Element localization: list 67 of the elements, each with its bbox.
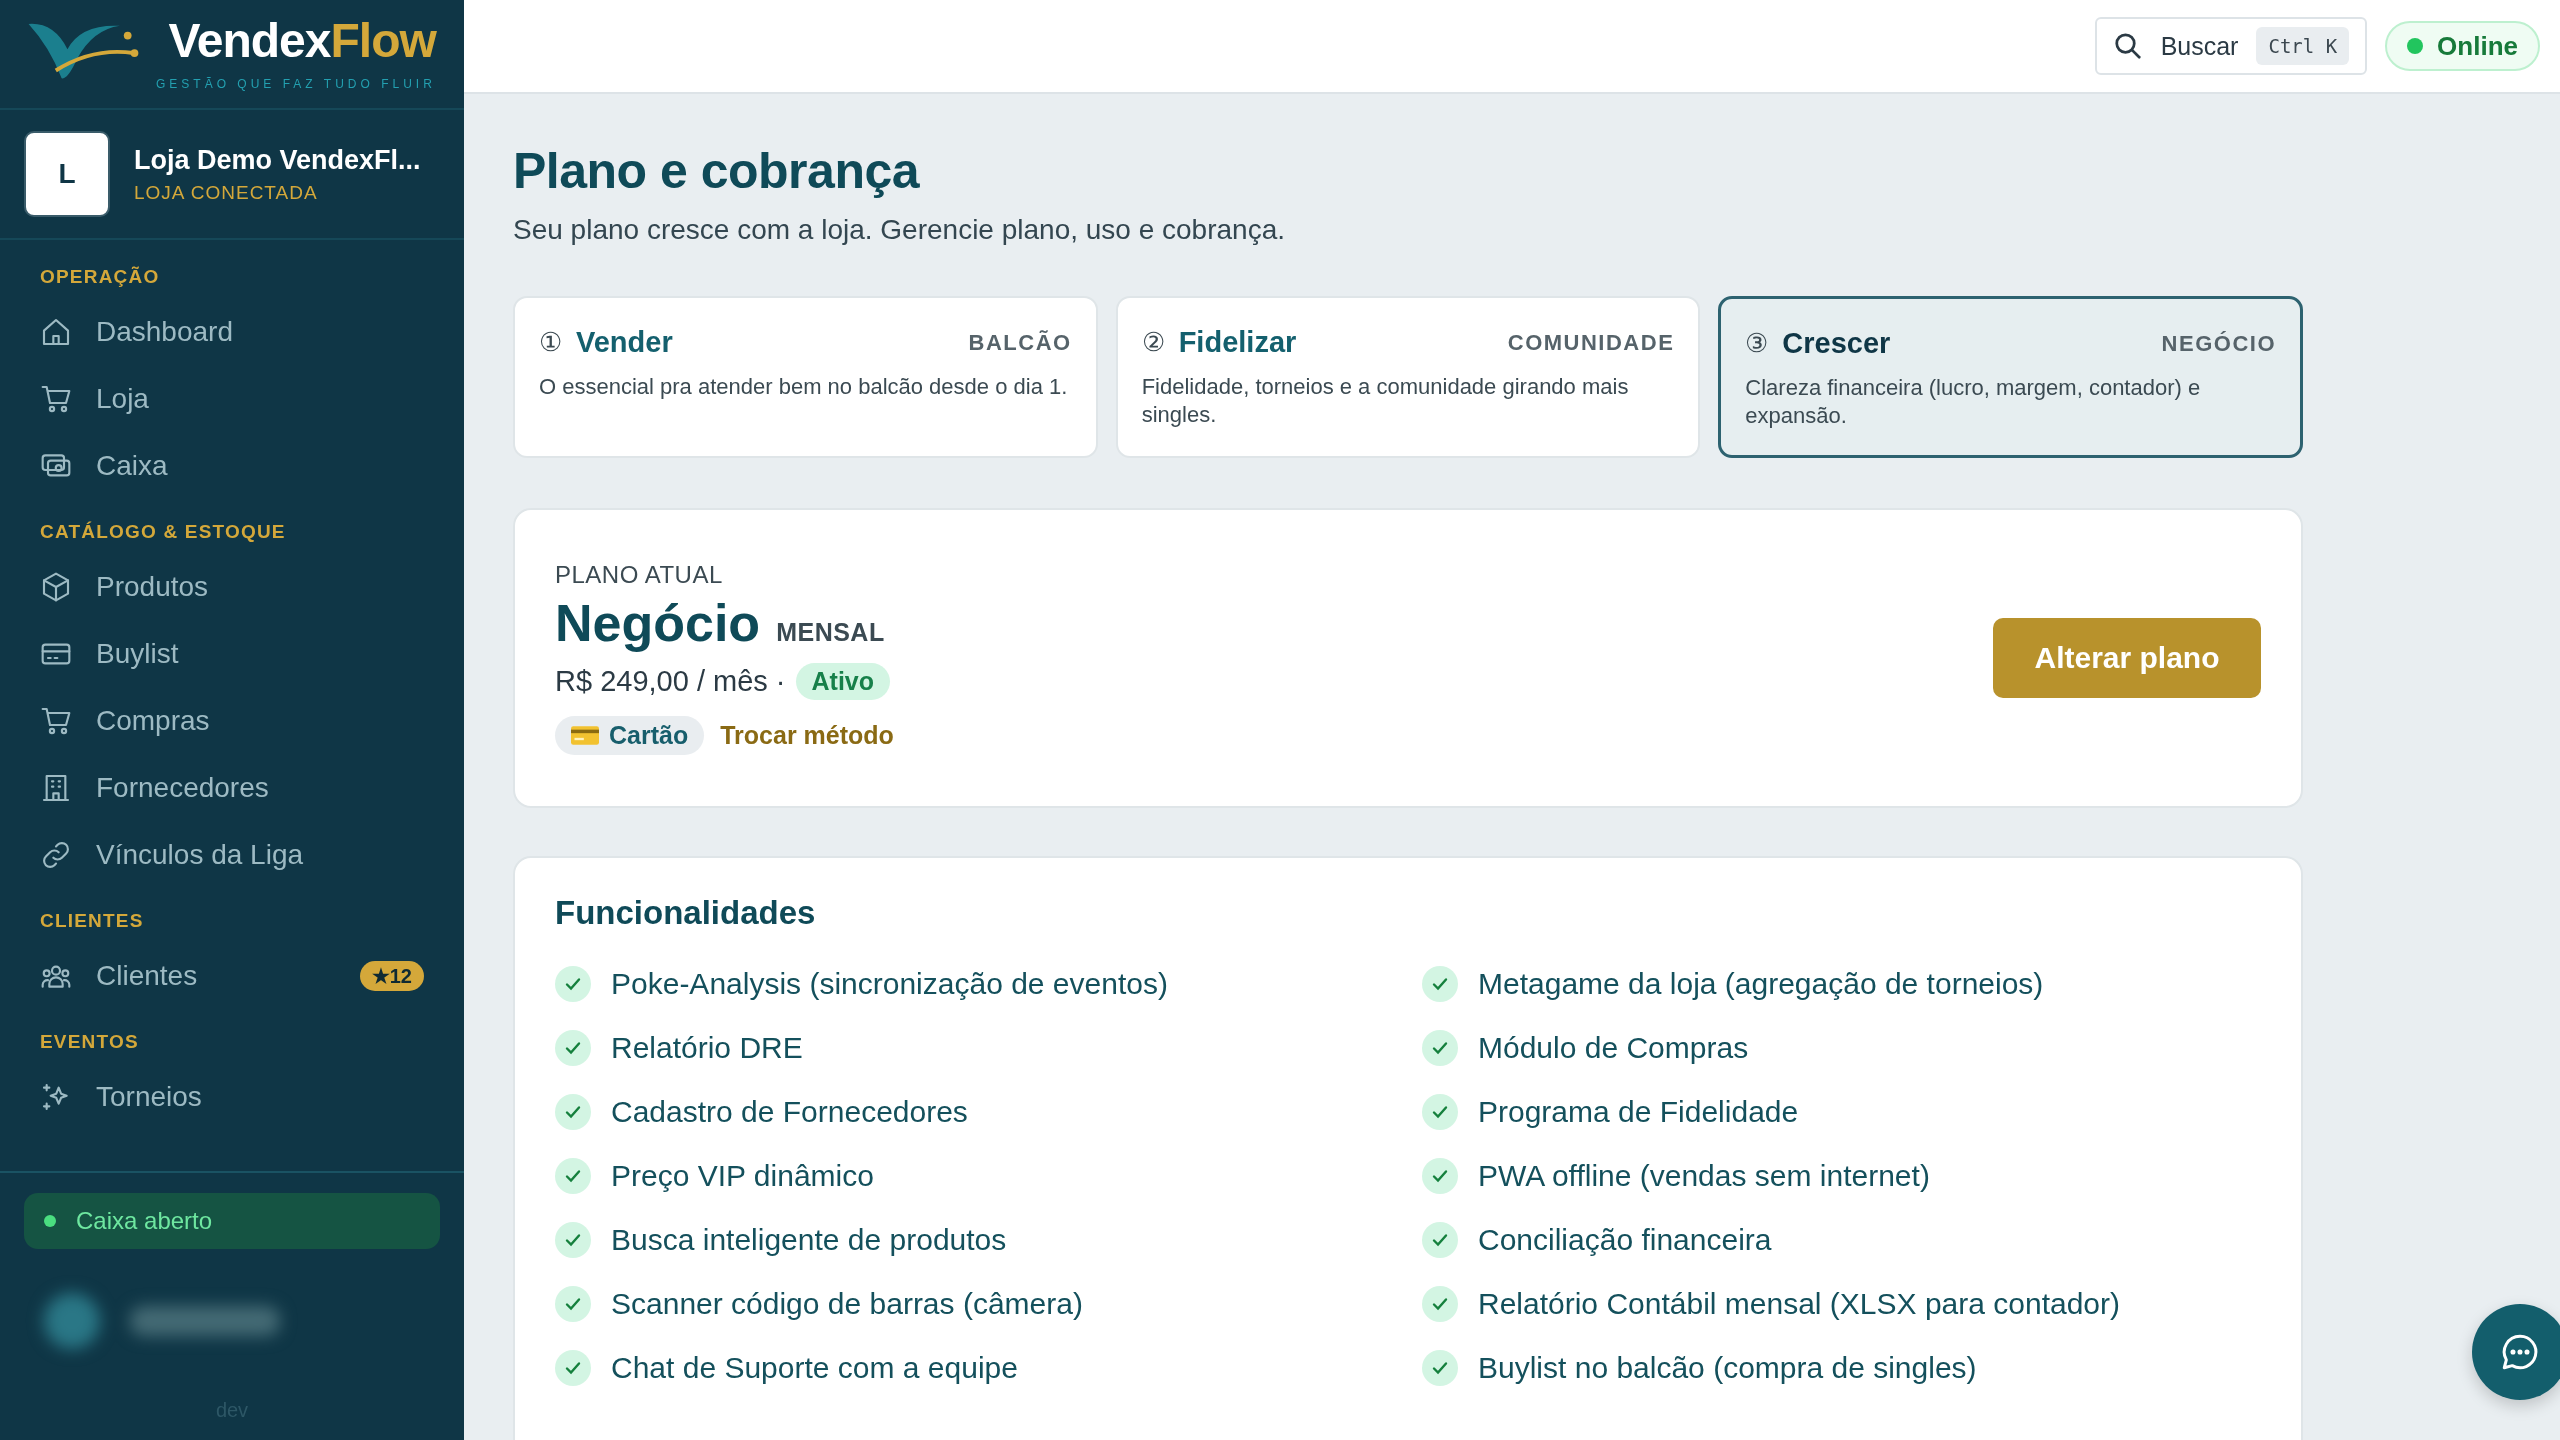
feature-label: Buylist no balcão (compra de singles) — [1478, 1351, 1977, 1385]
feature-label: Scanner código de barras (câmera) — [611, 1287, 1083, 1321]
nav-item[interactable]: Buylist — [40, 620, 424, 687]
status-badge: Ativo — [795, 663, 890, 700]
nav-item[interactable]: Loja — [40, 365, 424, 432]
keyboard-shortcut: Ctrl K — [2256, 27, 2350, 65]
plan-label: PLANO ATUAL — [555, 561, 724, 589]
tier-tag: COMUNIDADE — [1507, 329, 1675, 356]
plan-price: R$ 249,00 / mês · — [555, 665, 786, 698]
tier-tag: BALCÃO — [968, 329, 1072, 356]
nav-section-title: CLIENTES — [40, 909, 145, 933]
payment-method: Cartão — [555, 716, 705, 755]
feature-label: Programa de Fidelidade — [1478, 1095, 1799, 1129]
tier-description: Fidelidade, torneios e a comunidade girando mais singles. — [1141, 373, 1630, 428]
store-status: LOJA CONECTADA — [134, 181, 319, 204]
feature-label: Módulo de Compras — [1478, 1031, 1749, 1065]
feature-label: Busca inteligente de produtos — [611, 1223, 1007, 1257]
feature-label: Preço VIP dinâmico — [611, 1159, 874, 1193]
page-subtitle: Seu plano cresce com a loja. Gerencie plano, uso e cobrança. — [513, 214, 1286, 246]
feature-label: Cadastro de Fornecedores — [611, 1095, 968, 1129]
search-button[interactable]: Buscar Ctrl K — [2094, 17, 2368, 75]
store-name: Loja Demo VendexFl... — [134, 144, 421, 176]
section-title: Funcionalidades — [555, 894, 817, 932]
tier-description: O essencial pra atender bem no balcão desde o dia 1. — [539, 373, 1069, 401]
cash-status[interactable]: Caixa aberto — [24, 1193, 440, 1249]
nav-section-title: EVENTOS — [40, 1030, 140, 1054]
connection-status: Online — [2385, 21, 2540, 71]
tier-tag: NEGÓCIO — [2161, 330, 2276, 357]
box-icon — [40, 570, 72, 603]
nav-item[interactable]: Fornecedores — [40, 754, 424, 821]
feature-label: PWA offline (vendas sem internet) — [1478, 1159, 1930, 1193]
feature-label: Relatório Contábil mensal (XLSX para contador) — [1478, 1287, 2120, 1321]
tier-name: Vender — [576, 326, 674, 359]
tier-card[interactable]: ① Vender BALCÃO O essencial pra atender bem no balcão desde o dia 1. — [513, 296, 1098, 458]
tier-name: Crescer — [1782, 327, 1892, 360]
feature-label: Relatório DRE — [611, 1031, 803, 1065]
tier-card[interactable]: ② Fidelizar COMUNIDADE Fidelidade, torneios e a comunidade girando mais singles. — [1115, 296, 1701, 458]
nav-item[interactable]: Torneios — [40, 1063, 424, 1130]
feature-label: Conciliação financeira — [1478, 1223, 1772, 1257]
nav-section-title: OPERAÇÃO — [40, 265, 161, 289]
billing-cycle: MENSAL — [776, 618, 885, 647]
tier-description: Clareza financeira (lucro, margem, contador) e expansão. — [1745, 374, 2202, 429]
page-title: Plano e cobrança — [513, 142, 921, 200]
nav-item[interactable]: Dashboard — [40, 298, 424, 365]
nav-item[interactable]: Vínculos da Liga — [40, 821, 424, 888]
feature-label: Metagame da loja (agregação de torneios) — [1478, 967, 2044, 1001]
change-method-link[interactable]: Trocar método — [720, 721, 894, 750]
chat-button[interactable] — [2472, 1304, 2560, 1400]
tier-name: Fidelizar — [1178, 326, 1298, 359]
credit-card-icon — [571, 726, 599, 745]
nav-section-title: CATÁLOGO & ESTOQUE — [40, 520, 287, 544]
store-avatar: L — [24, 131, 110, 217]
feature-label: Poke-Analysis (sincronização de eventos) — [611, 967, 1168, 1001]
feature-label: Chat de Suporte com a equipe — [611, 1351, 1018, 1385]
nav-item[interactable]: Compras — [40, 687, 424, 754]
plan-name: Negócio — [555, 593, 761, 653]
search-icon — [2112, 31, 2143, 61]
nav-item[interactable]: Clientes ★12 — [40, 942, 424, 1009]
count-badge: ★12 — [359, 960, 424, 991]
logo-tagline: GESTÃO QUE FAZ TUDO FLUIR — [156, 77, 436, 91]
nav-item[interactable]: Caixa — [40, 432, 424, 499]
tier-number: ② — [1141, 327, 1165, 358]
nav-item[interactable]: Produtos — [40, 553, 424, 620]
tier-number: ③ — [1745, 328, 1769, 359]
tier-card[interactable]: ③ Crescer NEGÓCIO Clareza financeira (lucro, margem, contador) e expansão. — [1718, 296, 2303, 458]
tier-number: ① — [539, 327, 562, 358]
logo-wordmark: VendexFlow — [168, 17, 436, 65]
